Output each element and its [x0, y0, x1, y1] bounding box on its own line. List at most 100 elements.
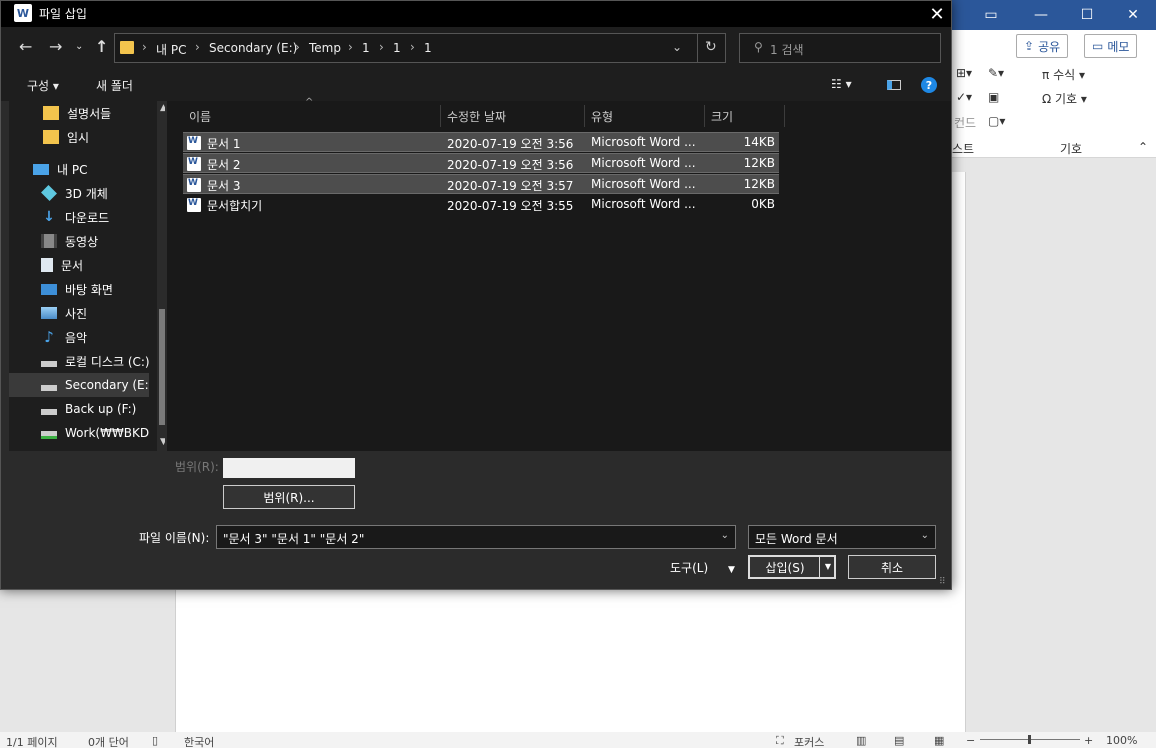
zoom-in-button[interactable]: +	[1084, 734, 1093, 747]
nav-item-downloads[interactable]: ↓ 다운로드	[9, 205, 149, 229]
print-layout-icon[interactable]: ▤	[894, 734, 904, 747]
file-name: 문서 3	[207, 179, 241, 193]
nav-scrollbar[interactable]: ▲ ▼	[157, 101, 165, 451]
equation-button[interactable]: π 수식 ▾	[1042, 66, 1085, 83]
address-bar[interactable]: › 내 PC › Secondary (E:) › Temp › 1 › 1 ›…	[114, 33, 726, 63]
insert-dropdown-icon[interactable]: ▼	[825, 562, 831, 571]
ribbon-signature-icon[interactable]: ✎▾	[988, 66, 1004, 80]
word-count[interactable]: 0개 단어	[88, 734, 129, 748]
maximize-button[interactable]: ☐	[1064, 0, 1110, 30]
scroll-up-arrow-icon[interactable]: ▲	[160, 103, 165, 113]
insert-button[interactable]: 삽입(S) ▼	[748, 555, 836, 579]
column-header-modified[interactable]: 수정한 날짜	[441, 105, 585, 127]
zoom-slider-thumb[interactable]	[1028, 735, 1031, 744]
file-modified: 2020-07-19 오전 3:57	[447, 179, 574, 193]
zoom-out-button[interactable]: −	[966, 734, 975, 747]
share-label: 공유	[1038, 39, 1061, 54]
breadcrumb-temp[interactable]: Temp	[309, 41, 341, 55]
nav-item-secondary-e[interactable]: Secondary (E:)	[9, 373, 149, 397]
memo-label: 메모	[1107, 39, 1130, 54]
organize-button[interactable]: 구성 ▾	[27, 77, 59, 94]
proofing-icon[interactable]: ▯	[152, 734, 158, 747]
up-arrow-icon[interactable]: ↑	[95, 37, 108, 56]
column-header-type[interactable]: 유형	[585, 105, 705, 127]
chevron-right-icon: ›	[348, 40, 353, 54]
recent-locations-chevron-icon[interactable]: ⌄	[75, 41, 83, 52]
file-row[interactable]: 문서 1 2020-07-19 오전 3:56 Microsoft Word .…	[183, 132, 779, 152]
dialog-close-button[interactable]: ✕	[923, 1, 951, 27]
column-header-name[interactable]: 이름	[183, 105, 441, 127]
help-icon[interactable]: ?	[921, 77, 937, 93]
nav-item-backup-f[interactable]: Back up (F:)	[9, 397, 149, 421]
page-count[interactable]: 1/1 페이지	[6, 734, 58, 748]
memo-button[interactable]: ▭ 메모	[1084, 34, 1138, 58]
chevron-down-icon[interactable]: ⌄	[721, 530, 729, 541]
focus-label[interactable]: 포커스	[794, 734, 824, 748]
word-app-icon: W	[14, 4, 32, 22]
ribbon-partial-icon-2[interactable]: ✓▾	[956, 90, 972, 104]
breadcrumb-my-pc[interactable]: 내 PC	[156, 41, 186, 58]
back-arrow-icon[interactable]: ←	[19, 37, 32, 56]
nav-scrollbar-thumb[interactable]	[159, 309, 165, 425]
file-row[interactable]: 문서 2 2020-07-19 오전 3:56 Microsoft Word .…	[183, 153, 779, 173]
address-dropdown-icon[interactable]: ⌄	[672, 40, 682, 54]
nav-item-3d-objects[interactable]: 3D 개체	[9, 181, 149, 205]
collapse-ribbon-icon[interactable]: ⌃	[1138, 140, 1148, 154]
search-icon: ⚲	[754, 40, 763, 54]
nav-item-videos[interactable]: 동영상	[9, 229, 149, 253]
drive-icon	[41, 409, 57, 415]
file-row[interactable]: 문서 3 2020-07-19 오전 3:57 Microsoft Word .…	[183, 174, 779, 194]
nav-item-manuals[interactable]: 설명서들	[9, 101, 149, 125]
filename-label: 파일 이름(N):	[139, 531, 210, 545]
breadcrumb-1a[interactable]: 1	[362, 41, 370, 55]
datetime-icon[interactable]: ▣	[988, 90, 999, 104]
chevron-down-icon[interactable]: ⌄	[921, 530, 929, 541]
read-mode-icon[interactable]: ▥	[856, 734, 866, 747]
new-folder-button[interactable]: 새 폴더	[96, 77, 133, 94]
view-options-icon[interactable]: ☷ ▾	[831, 77, 852, 91]
refresh-icon[interactable]: ↻	[705, 39, 717, 55]
column-header-size[interactable]: 크기	[705, 105, 785, 127]
ribbon-display-options-icon[interactable]: ▭	[968, 0, 1014, 30]
ribbon-partial-icon[interactable]: ⊞▾	[956, 66, 972, 80]
zoom-level[interactable]: 100%	[1106, 734, 1137, 747]
scroll-down-arrow-icon[interactable]: ▼	[160, 437, 165, 447]
cancel-button[interactable]: 취소	[848, 555, 936, 579]
nav-item-music[interactable]: ♪ 음악	[9, 325, 149, 349]
nav-item-my-pc[interactable]: 내 PC	[9, 157, 149, 181]
share-button[interactable]: ⇪ 공유	[1016, 34, 1069, 58]
forward-arrow-icon[interactable]: →	[49, 37, 62, 56]
symbol-button[interactable]: Ω 기호 ▾	[1042, 90, 1087, 107]
search-box[interactable]: ⚲ 1 검색	[739, 33, 941, 63]
3d-objects-icon	[41, 185, 57, 201]
breadcrumb-1c[interactable]: 1	[424, 41, 432, 55]
nav-item-desktop[interactable]: 바탕 화면	[9, 277, 149, 301]
nav-item-documents[interactable]: 문서	[9, 253, 149, 277]
focus-icon[interactable]: ⛶	[776, 734, 784, 748]
filename-input[interactable]: "문서 3" "문서 1" "문서 2" ⌄	[216, 525, 736, 549]
tools-button[interactable]: 도구(L) ▼	[670, 559, 735, 576]
nav-item-work-network[interactable]: Work(₩₩BKDISK	[9, 421, 149, 445]
resize-grip-icon[interactable]: ⠿	[939, 577, 946, 587]
dialog-title: 파일 삽입	[39, 7, 87, 21]
close-window-button[interactable]: ✕	[1110, 0, 1156, 30]
minimize-button[interactable]: —	[1018, 0, 1064, 30]
preview-pane-icon[interactable]	[887, 80, 901, 90]
language[interactable]: 한국어	[184, 734, 214, 748]
range-input[interactable]	[223, 458, 355, 478]
video-icon	[41, 234, 57, 248]
filetype-select[interactable]: 모든 Word 문서 ⌄	[748, 525, 936, 549]
object-icon[interactable]: ▢▾	[988, 114, 1005, 128]
file-size: 0KB	[751, 197, 775, 211]
file-modified: 2020-07-19 오전 3:55	[447, 199, 574, 213]
nav-item-pictures[interactable]: 사진	[9, 301, 149, 325]
nav-item-temp[interactable]: 임시	[9, 125, 149, 149]
range-button[interactable]: 범위(R)...	[223, 485, 355, 509]
music-icon: ♪	[44, 328, 54, 346]
breadcrumb-secondary[interactable]: Secondary (E:)	[209, 41, 297, 55]
search-placeholder: 1 검색	[770, 43, 804, 57]
breadcrumb-1b[interactable]: 1	[393, 41, 401, 55]
web-layout-icon[interactable]: ▦	[934, 734, 944, 747]
nav-item-local-disk-c[interactable]: 로컬 디스크 (C:)	[9, 349, 149, 373]
file-row[interactable]: 문서합치기 2020-07-19 오전 3:55 Microsoft Word …	[183, 195, 779, 215]
